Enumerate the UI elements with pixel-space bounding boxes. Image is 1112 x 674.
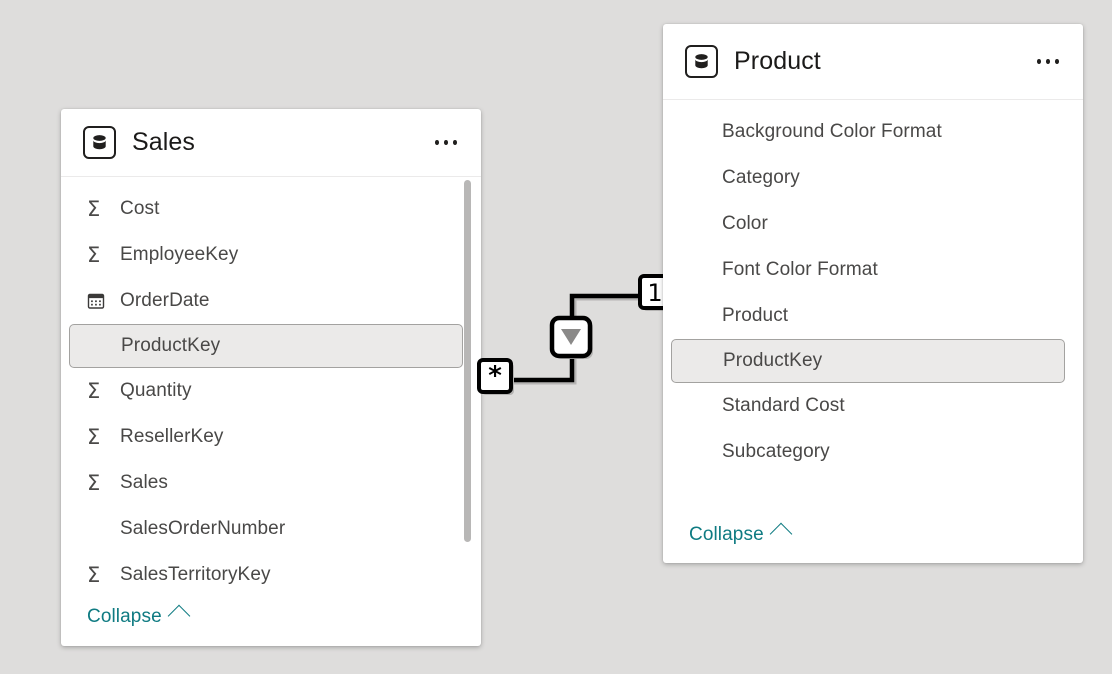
calendar-icon <box>87 292 111 310</box>
sigma-icon: Σ <box>87 424 101 449</box>
field-row-product[interactable]: Product <box>663 293 1083 339</box>
cardinality-one-label: 1 <box>647 279 662 307</box>
sigma-icon: Σ <box>87 562 101 587</box>
field-label: Color <box>722 213 768 234</box>
field-label: Sales <box>120 472 169 493</box>
field-row-background-color-format[interactable]: Background Color Format <box>663 109 1083 155</box>
field-list-scrollbar-sales[interactable] <box>464 180 471 542</box>
chevron-up-icon <box>167 604 191 627</box>
field-label: Quantity <box>120 380 192 401</box>
sigma-icon: Σ <box>87 242 101 267</box>
table-header-product[interactable]: Product <box>663 24 1083 100</box>
more-dot <box>1046 59 1050 64</box>
table-title-sales: Sales <box>132 128 196 156</box>
more-dot <box>1037 59 1041 64</box>
field-label: Product <box>722 305 789 326</box>
field-row-cost[interactable]: Σ Cost <box>61 186 481 232</box>
field-label: ProductKey <box>723 350 823 371</box>
field-label: Background Color Format <box>722 121 942 142</box>
field-label: ProductKey <box>121 335 221 356</box>
field-label: Font Color Format <box>722 259 878 280</box>
field-label: OrderDate <box>120 290 210 311</box>
field-row-category[interactable]: Category <box>663 155 1083 201</box>
field-label: SalesOrderNumber <box>120 518 286 539</box>
field-row-color[interactable]: Color <box>663 201 1083 247</box>
field-label: Standard Cost <box>722 395 845 416</box>
field-list-sales: Σ Cost Σ EmployeeKey OrderDate ProductKe… <box>61 177 481 598</box>
field-row-font-color-format[interactable]: Font Color Format <box>663 247 1083 293</box>
table-card-product[interactable]: Product Background Color Format Category… <box>663 24 1083 563</box>
field-row-salesordernumber[interactable]: SalesOrderNumber <box>61 506 481 552</box>
sigma-icon: Σ <box>87 378 101 403</box>
cross-filter-direction-box <box>549 315 593 359</box>
more-dot <box>453 140 457 145</box>
field-row-sales[interactable]: Σ Sales <box>61 460 481 506</box>
field-label: SalesTerritoryKey <box>120 564 271 585</box>
more-dot <box>444 140 448 145</box>
table-header-sales[interactable]: Sales <box>61 109 481 177</box>
model-view-canvas[interactable]: * 1 Sales Σ Cost Σ EmployeeKey OrderDate… <box>0 0 1112 674</box>
table-card-sales[interactable]: Sales Σ Cost Σ EmployeeKey OrderDate Pro… <box>61 109 481 646</box>
table-database-icon <box>685 45 718 78</box>
field-row-productkey-product[interactable]: ProductKey <box>671 339 1065 383</box>
field-label: Subcategory <box>722 441 830 462</box>
relationship-sales-product: * 1 <box>470 266 680 406</box>
cardinality-many-label: * <box>488 361 502 391</box>
field-label: EmployeeKey <box>120 244 239 265</box>
cardinality-many-marker: * <box>477 358 514 395</box>
field-row-employeekey[interactable]: Σ EmployeeKey <box>61 232 481 278</box>
collapse-label: Collapse <box>87 606 162 627</box>
table-title-product: Product <box>734 47 821 75</box>
table-more-options-product[interactable] <box>1031 48 1065 76</box>
collapse-button-product[interactable]: Collapse <box>689 522 793 546</box>
field-label: Cost <box>120 198 160 219</box>
sigma-icon: Σ <box>87 470 101 495</box>
field-label: Category <box>722 167 800 188</box>
collapse-label: Collapse <box>689 524 764 545</box>
field-label: ResellerKey <box>120 426 224 447</box>
more-dot <box>435 140 439 145</box>
chevron-up-icon <box>769 522 793 545</box>
field-row-orderdate[interactable]: OrderDate <box>61 278 481 324</box>
field-row-standard-cost[interactable]: Standard Cost <box>663 383 1083 429</box>
field-row-resellerkey[interactable]: Σ ResellerKey <box>61 414 481 460</box>
sigma-icon: Σ <box>87 196 101 221</box>
collapse-button-sales[interactable]: Collapse <box>87 604 191 628</box>
field-list-product: Background Color Format Category Color F… <box>663 100 1083 475</box>
field-row-productkey-sales[interactable]: ProductKey <box>69 324 463 368</box>
more-dot <box>1055 59 1059 64</box>
table-database-icon <box>83 126 116 159</box>
field-row-salesterritorykey[interactable]: Σ SalesTerritoryKey <box>61 552 481 598</box>
field-row-subcategory[interactable]: Subcategory <box>663 429 1083 475</box>
field-row-quantity[interactable]: Σ Quantity <box>61 368 481 414</box>
table-more-options-sales[interactable] <box>429 129 463 157</box>
